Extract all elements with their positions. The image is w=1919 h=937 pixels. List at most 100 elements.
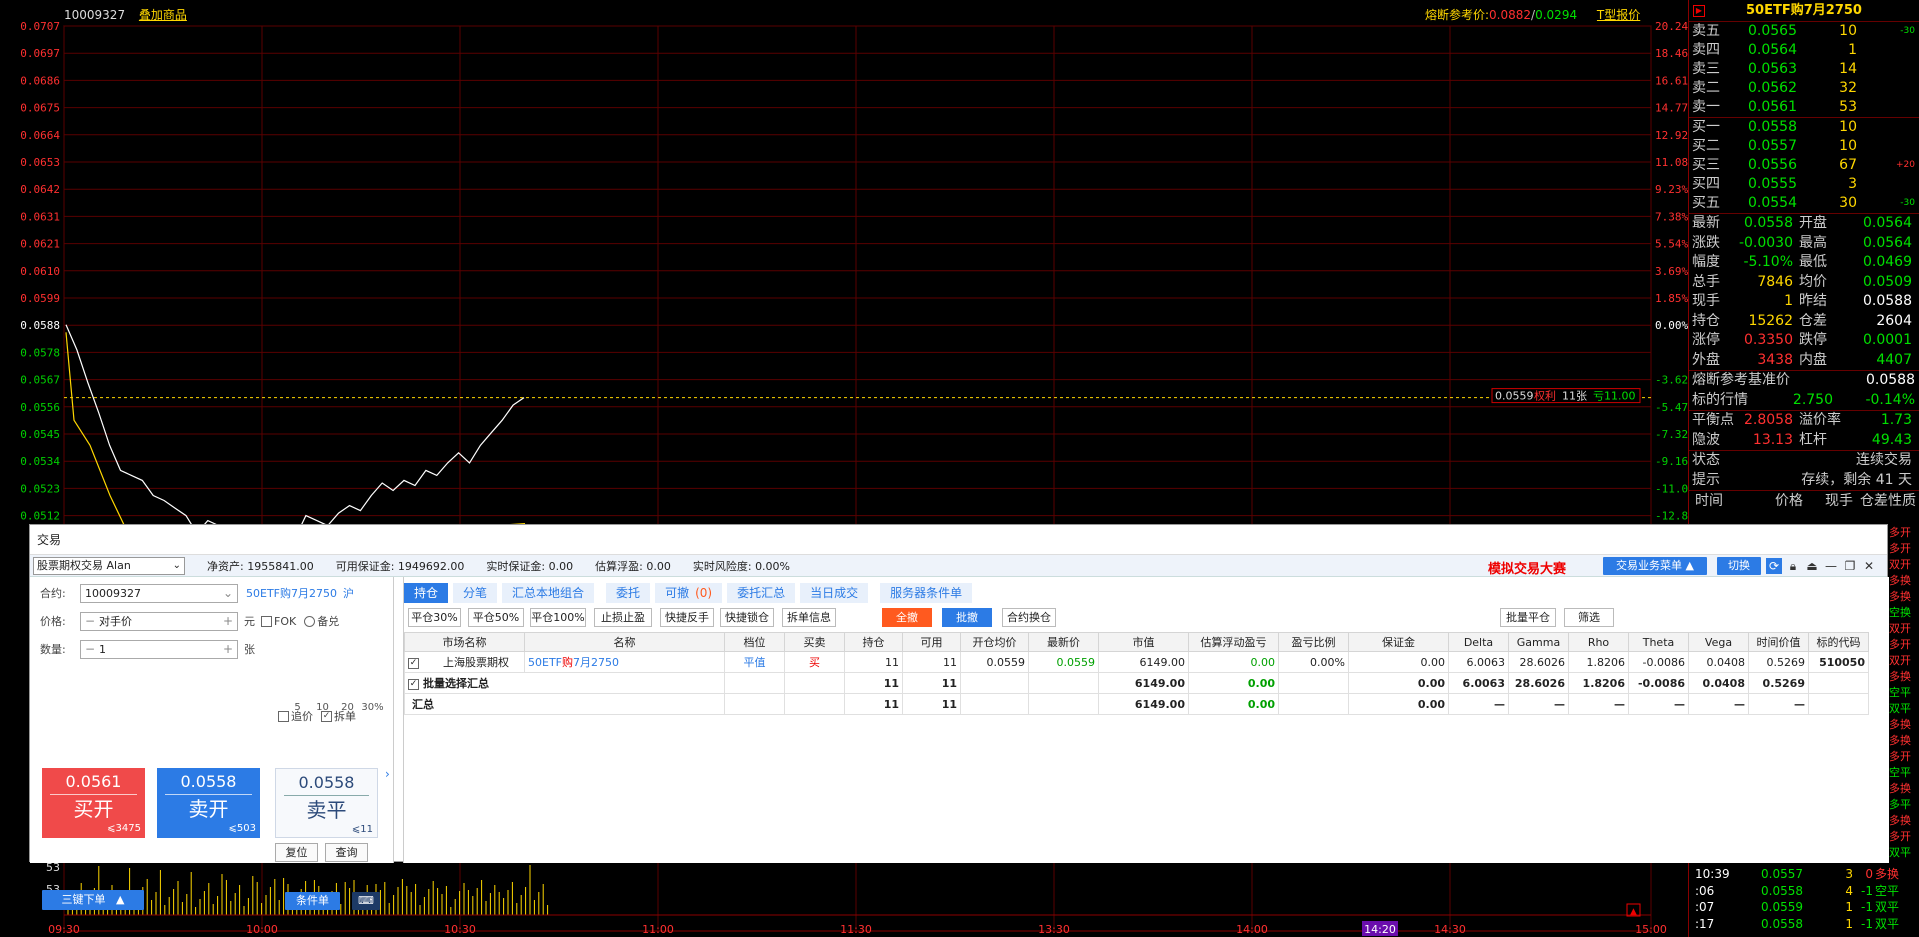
bid-change xyxy=(1857,137,1917,156)
tag-side: 权利 xyxy=(1534,390,1556,403)
column-header[interactable]: 可用 xyxy=(902,632,961,652)
bid-level[interactable]: 买五 0.0554 30 -30 xyxy=(1689,194,1919,213)
qty-input[interactable]: − 1 + xyxy=(80,639,238,659)
contract-input[interactable]: 10009327 ⌄ xyxy=(80,583,238,603)
bid-level[interactable]: 买二 0.0557 10 xyxy=(1689,137,1919,156)
summary-checkbox[interactable]: ✓ xyxy=(408,678,419,690)
minus-icon[interactable]: − xyxy=(85,641,95,658)
column-header[interactable]: 保证金 xyxy=(1348,632,1449,652)
buy-open-button[interactable]: 0.0561 买开 ⩽3475 xyxy=(42,768,145,838)
sell-open-button[interactable]: 0.0558 卖开 ⩽503 xyxy=(157,768,260,838)
keyboard-icon[interactable]: ⌨ xyxy=(352,892,380,910)
fok-checkbox[interactable] xyxy=(261,615,272,627)
action-button-11[interactable]: 筛选 xyxy=(1564,608,1614,627)
action-button-0[interactable]: 平仓30% xyxy=(408,608,461,627)
tick-qty: 1 xyxy=(1845,900,1853,914)
collapse-icon[interactable]: ▶ xyxy=(1693,5,1705,17)
restore-icon[interactable]: ❐ xyxy=(1842,558,1858,574)
tab-1[interactable]: 分笔 xyxy=(453,583,498,603)
ask-price: 0.0562 xyxy=(1748,80,1797,96)
tab-8[interactable]: 服务器条件单 xyxy=(880,583,973,603)
ask-level[interactable]: 卖二 0.0562 32 xyxy=(1689,79,1919,98)
plus-icon[interactable]: + xyxy=(223,641,233,658)
column-header[interactable]: 估算浮动盈亏 xyxy=(1188,632,1279,652)
tv-cell: 0.5269 xyxy=(1748,651,1809,673)
quick-qty-button[interactable]: 30% xyxy=(360,699,385,716)
column-header[interactable]: 名称 xyxy=(524,632,725,652)
bid-level[interactable]: 买四 0.0555 3 xyxy=(1689,175,1919,194)
tab-2[interactable]: 汇总本地组合 xyxy=(502,583,595,603)
query-button[interactable]: 查询 xyxy=(325,843,368,862)
action-button-3[interactable]: 止损止盈 xyxy=(594,608,652,627)
close-icon[interactable]: ✕ xyxy=(1861,558,1877,574)
column-header[interactable]: 盈亏比例 xyxy=(1278,632,1349,652)
action-button-7[interactable]: 全撤 xyxy=(882,608,932,627)
overlay-link[interactable]: 叠加商品 xyxy=(139,8,187,22)
refresh-icon[interactable]: ⟳ xyxy=(1766,558,1782,574)
row-checkbox[interactable]: ✓ xyxy=(408,657,419,669)
market-cell: ✓ 上海股票期权 xyxy=(404,651,525,673)
column-header[interactable]: Delta xyxy=(1448,632,1509,652)
action-button-10[interactable]: 批量平仓 xyxy=(1500,608,1556,627)
minus-icon[interactable]: − xyxy=(85,613,95,630)
column-header[interactable]: 档位 xyxy=(724,632,785,652)
buy-open-qty: ⩽3475 xyxy=(107,823,141,834)
ask-level[interactable]: 卖三 0.0563 14 xyxy=(1689,60,1919,79)
action-button-1[interactable]: 平仓50% xyxy=(468,608,524,627)
tab-4[interactable]: 可撤 (0) xyxy=(655,583,723,603)
tab-label: 持仓 xyxy=(414,586,439,600)
switch-button[interactable]: 切换 xyxy=(1717,557,1761,575)
column-header[interactable]: 开仓均价 xyxy=(960,632,1029,652)
account-select[interactable]: 股票期权交易 Alan ⌄ xyxy=(33,556,185,575)
chase-checkbox[interactable] xyxy=(278,710,289,722)
tab-6[interactable]: 委托汇总 xyxy=(727,583,796,603)
action-button-5[interactable]: 快捷锁仓 xyxy=(720,608,774,627)
ask-level[interactable]: 卖四 0.0564 1 xyxy=(1689,41,1919,60)
table-row[interactable]: ✓ 上海股票期权 50ETF购7月2750 平值买 11 11 0.0559 0.0559 61… xyxy=(404,651,1869,673)
plus-icon[interactable]: + xyxy=(223,613,233,630)
column-header[interactable]: 市值 xyxy=(1098,632,1189,652)
name-cell[interactable]: 50ETF购7月2750 xyxy=(524,651,725,673)
avg-line xyxy=(65,332,129,534)
eject-icon[interactable]: ⏏ xyxy=(1804,558,1820,574)
summary-label-cell: 汇总 xyxy=(404,693,725,715)
column-header[interactable]: 时间价值 xyxy=(1748,632,1809,652)
action-button-8[interactable]: 批撤 xyxy=(942,608,992,627)
minimize-icon[interactable]: — xyxy=(1823,558,1839,574)
tab-0[interactable]: 持仓 xyxy=(404,583,449,603)
column-header[interactable]: 最新价 xyxy=(1028,632,1099,652)
price-input[interactable]: − 对手价 + xyxy=(80,611,238,631)
column-header[interactable]: Rho xyxy=(1568,632,1629,652)
sell-close-button[interactable]: 0.0558 卖平 ⩽11 xyxy=(275,768,378,838)
tab-3[interactable]: 委托 xyxy=(606,583,651,603)
covered-radio[interactable] xyxy=(304,615,316,627)
column-header[interactable]: Vega xyxy=(1688,632,1749,652)
biz-menu-button[interactable]: 交易业务菜单 ▲ xyxy=(1603,557,1707,575)
tick-qty: 1 xyxy=(1845,916,1853,931)
position-tag[interactable]: 0.0559 权利 11张 亏11.00 xyxy=(1491,388,1641,404)
action-button-2[interactable]: 平仓100% xyxy=(530,608,586,627)
column-header[interactable]: 标的代码 xyxy=(1808,632,1869,652)
column-header[interactable]: Theta xyxy=(1628,632,1689,652)
ask-level[interactable]: 卖一 0.0561 53 xyxy=(1689,98,1919,117)
underlying-row[interactable]: 标的行情 2.750 -0.14% xyxy=(1689,391,1919,411)
condition-order-button[interactable]: 条件单 xyxy=(285,892,340,910)
column-header[interactable]: 买卖 xyxy=(784,632,845,652)
action-button-4[interactable]: 快捷反手 xyxy=(660,608,714,627)
circuit-base-value: 0.0588 xyxy=(1866,372,1915,388)
column-header[interactable]: 持仓 xyxy=(844,632,903,652)
column-header[interactable]: Gamma xyxy=(1508,632,1569,652)
ask-level[interactable]: 卖五 0.0565 10 -30 xyxy=(1689,22,1919,41)
chevron-right-icon[interactable]: › xyxy=(385,767,390,781)
lock-icon[interactable]: 🔒︎ xyxy=(1785,558,1801,574)
reset-button[interactable]: 复位 xyxy=(275,843,318,862)
action-button-6[interactable]: 拆单信息 xyxy=(782,608,836,627)
three-key-order-button[interactable]: 三键下单 ▲ xyxy=(42,890,144,910)
split-checkbox[interactable]: ✓ xyxy=(321,710,332,722)
bid-level[interactable]: 买三 0.0556 67 +20 xyxy=(1689,156,1919,175)
bid-level[interactable]: 买一 0.0558 10 xyxy=(1689,118,1919,137)
tab-7[interactable]: 当日成交 xyxy=(800,583,869,603)
t-quote-link[interactable]: T型报价 xyxy=(1597,8,1640,22)
action-button-9[interactable]: 合约换仓 xyxy=(1002,608,1056,627)
column-header[interactable]: 市场名称 xyxy=(404,632,525,652)
